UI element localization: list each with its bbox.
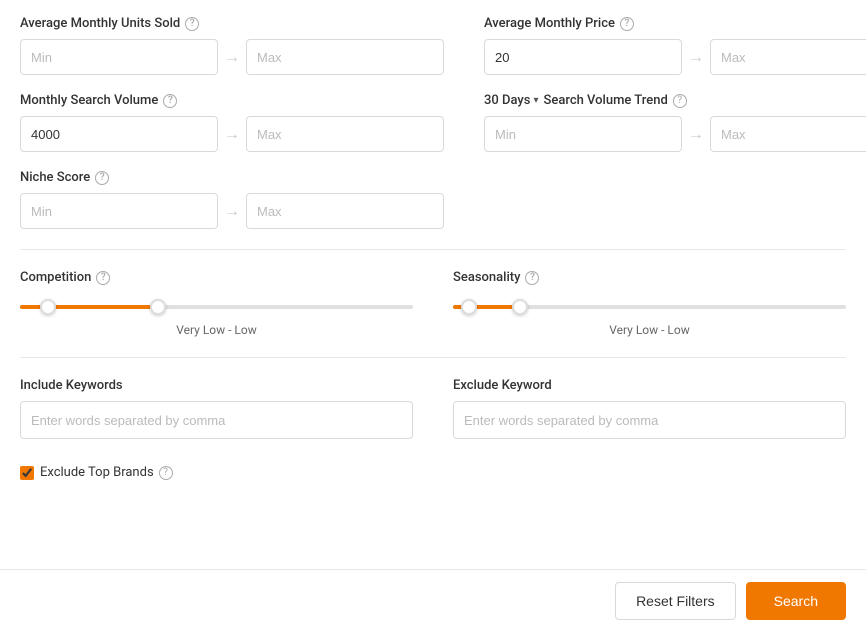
arrow-units: →	[224, 47, 240, 67]
group-avg-monthly-units: Average Monthly Units Sold ? →	[20, 16, 444, 75]
monthly-search-volume-label: Monthly Search Volume ?	[20, 93, 444, 108]
section-divider-1	[20, 249, 846, 250]
section-divider-2	[20, 357, 846, 358]
include-keywords-label: Include Keywords	[20, 378, 413, 393]
seasonality-handle-left[interactable]	[461, 299, 477, 315]
niche-score-min-input[interactable]	[20, 193, 218, 229]
arrow-price: →	[688, 47, 704, 67]
exclude-keyword-input[interactable]	[453, 401, 846, 439]
competition-slider-track[interactable]	[20, 297, 413, 317]
seasonality-handle-right[interactable]	[512, 299, 528, 315]
trend-days-dropdown[interactable]: 30 Days ▾	[484, 93, 539, 108]
seasonality-label: Seasonality ?	[453, 270, 846, 285]
seasonality-slider-track[interactable]	[453, 297, 846, 317]
arrow-trend: →	[688, 124, 704, 144]
seasonality-track-bg	[453, 305, 846, 309]
exclude-keyword-label: Exclude Keyword	[453, 378, 846, 393]
search-volume-trend-max-input[interactable]	[710, 116, 866, 152]
arrow-search-vol: →	[224, 124, 240, 144]
competition-handle-left[interactable]	[40, 299, 56, 315]
monthly-search-volume-max-input[interactable]	[246, 116, 444, 152]
keywords-row: Include Keywords Exclude Keyword	[20, 378, 846, 439]
group-monthly-search-volume: Monthly Search Volume ? →	[20, 93, 444, 152]
search-volume-trend-help-icon[interactable]: ?	[673, 94, 687, 108]
avg-monthly-units-help-icon[interactable]: ?	[185, 17, 199, 31]
avg-monthly-price-min-input[interactable]	[484, 39, 682, 75]
avg-monthly-units-label: Average Monthly Units Sold ?	[20, 16, 444, 31]
competition-handle-right[interactable]	[150, 299, 166, 315]
exclude-top-brands-help-icon[interactable]: ?	[159, 466, 173, 480]
group-include-keywords: Include Keywords	[20, 378, 413, 439]
group-competition: Competition ? Very Low - Low	[20, 270, 413, 337]
group-search-volume-trend: 30 Days ▾ Search Volume Trend ? →	[484, 93, 866, 152]
competition-range-label: Very Low - Low	[20, 323, 413, 337]
monthly-search-volume-min-input[interactable]	[20, 116, 218, 152]
competition-help-icon[interactable]: ?	[96, 271, 110, 285]
exclude-top-brands-checkbox[interactable]	[20, 466, 34, 480]
exclude-top-brands-label: Exclude Top Brands ?	[40, 465, 173, 480]
group-exclude-keyword: Exclude Keyword	[453, 378, 846, 439]
avg-monthly-units-max-input[interactable]	[246, 39, 444, 75]
search-volume-trend-input-pair: →	[484, 116, 866, 152]
niche-score-max-input[interactable]	[246, 193, 444, 229]
avg-monthly-units-min-input[interactable]	[20, 39, 218, 75]
avg-monthly-units-input-pair: →	[20, 39, 444, 75]
row-units-price: Average Monthly Units Sold ? → Average M…	[20, 16, 846, 75]
search-button[interactable]: Search	[746, 582, 846, 620]
row-niche-score: Niche Score ? →	[20, 170, 846, 229]
avg-monthly-price-help-icon[interactable]: ?	[620, 17, 634, 31]
niche-score-help-icon[interactable]: ?	[95, 171, 109, 185]
group-niche-score: Niche Score ? →	[20, 170, 444, 229]
trend-dropdown-chevron-icon: ▾	[533, 95, 538, 106]
avg-monthly-price-max-input[interactable]	[710, 39, 866, 75]
reset-filters-button[interactable]: Reset Filters	[615, 582, 736, 620]
monthly-search-volume-help-icon[interactable]: ?	[163, 94, 177, 108]
niche-score-input-pair: →	[20, 193, 444, 229]
search-volume-trend-min-input[interactable]	[484, 116, 682, 152]
exclude-top-brands-row: Exclude Top Brands ?	[20, 455, 846, 490]
avg-monthly-price-input-pair: →	[484, 39, 866, 75]
include-keywords-input[interactable]	[20, 401, 413, 439]
keywords-section: Include Keywords Exclude Keyword	[20, 378, 846, 439]
competition-label: Competition ?	[20, 270, 413, 285]
row-sliders: Competition ? Very Low - Low Seasonality…	[20, 270, 846, 337]
monthly-search-volume-input-pair: →	[20, 116, 444, 152]
search-volume-trend-label: Search Volume Trend	[544, 93, 668, 108]
search-volume-trend-label-row: 30 Days ▾ Search Volume Trend ?	[484, 93, 866, 108]
competition-track-bg	[20, 305, 413, 309]
footer-bar: Reset Filters Search	[0, 569, 866, 632]
row-search-volume: Monthly Search Volume ? → 30 Days ▾ Sear…	[20, 93, 846, 152]
arrow-niche: →	[224, 201, 240, 221]
filter-panel: Average Monthly Units Sold ? → Average M…	[0, 0, 866, 536]
seasonality-help-icon[interactable]: ?	[525, 271, 539, 285]
seasonality-range-label: Very Low - Low	[453, 323, 846, 337]
avg-monthly-price-label: Average Monthly Price ?	[484, 16, 866, 31]
group-avg-monthly-price: Average Monthly Price ? →	[484, 16, 866, 75]
group-seasonality: Seasonality ? Very Low - Low	[453, 270, 846, 337]
niche-score-label: Niche Score ?	[20, 170, 444, 185]
